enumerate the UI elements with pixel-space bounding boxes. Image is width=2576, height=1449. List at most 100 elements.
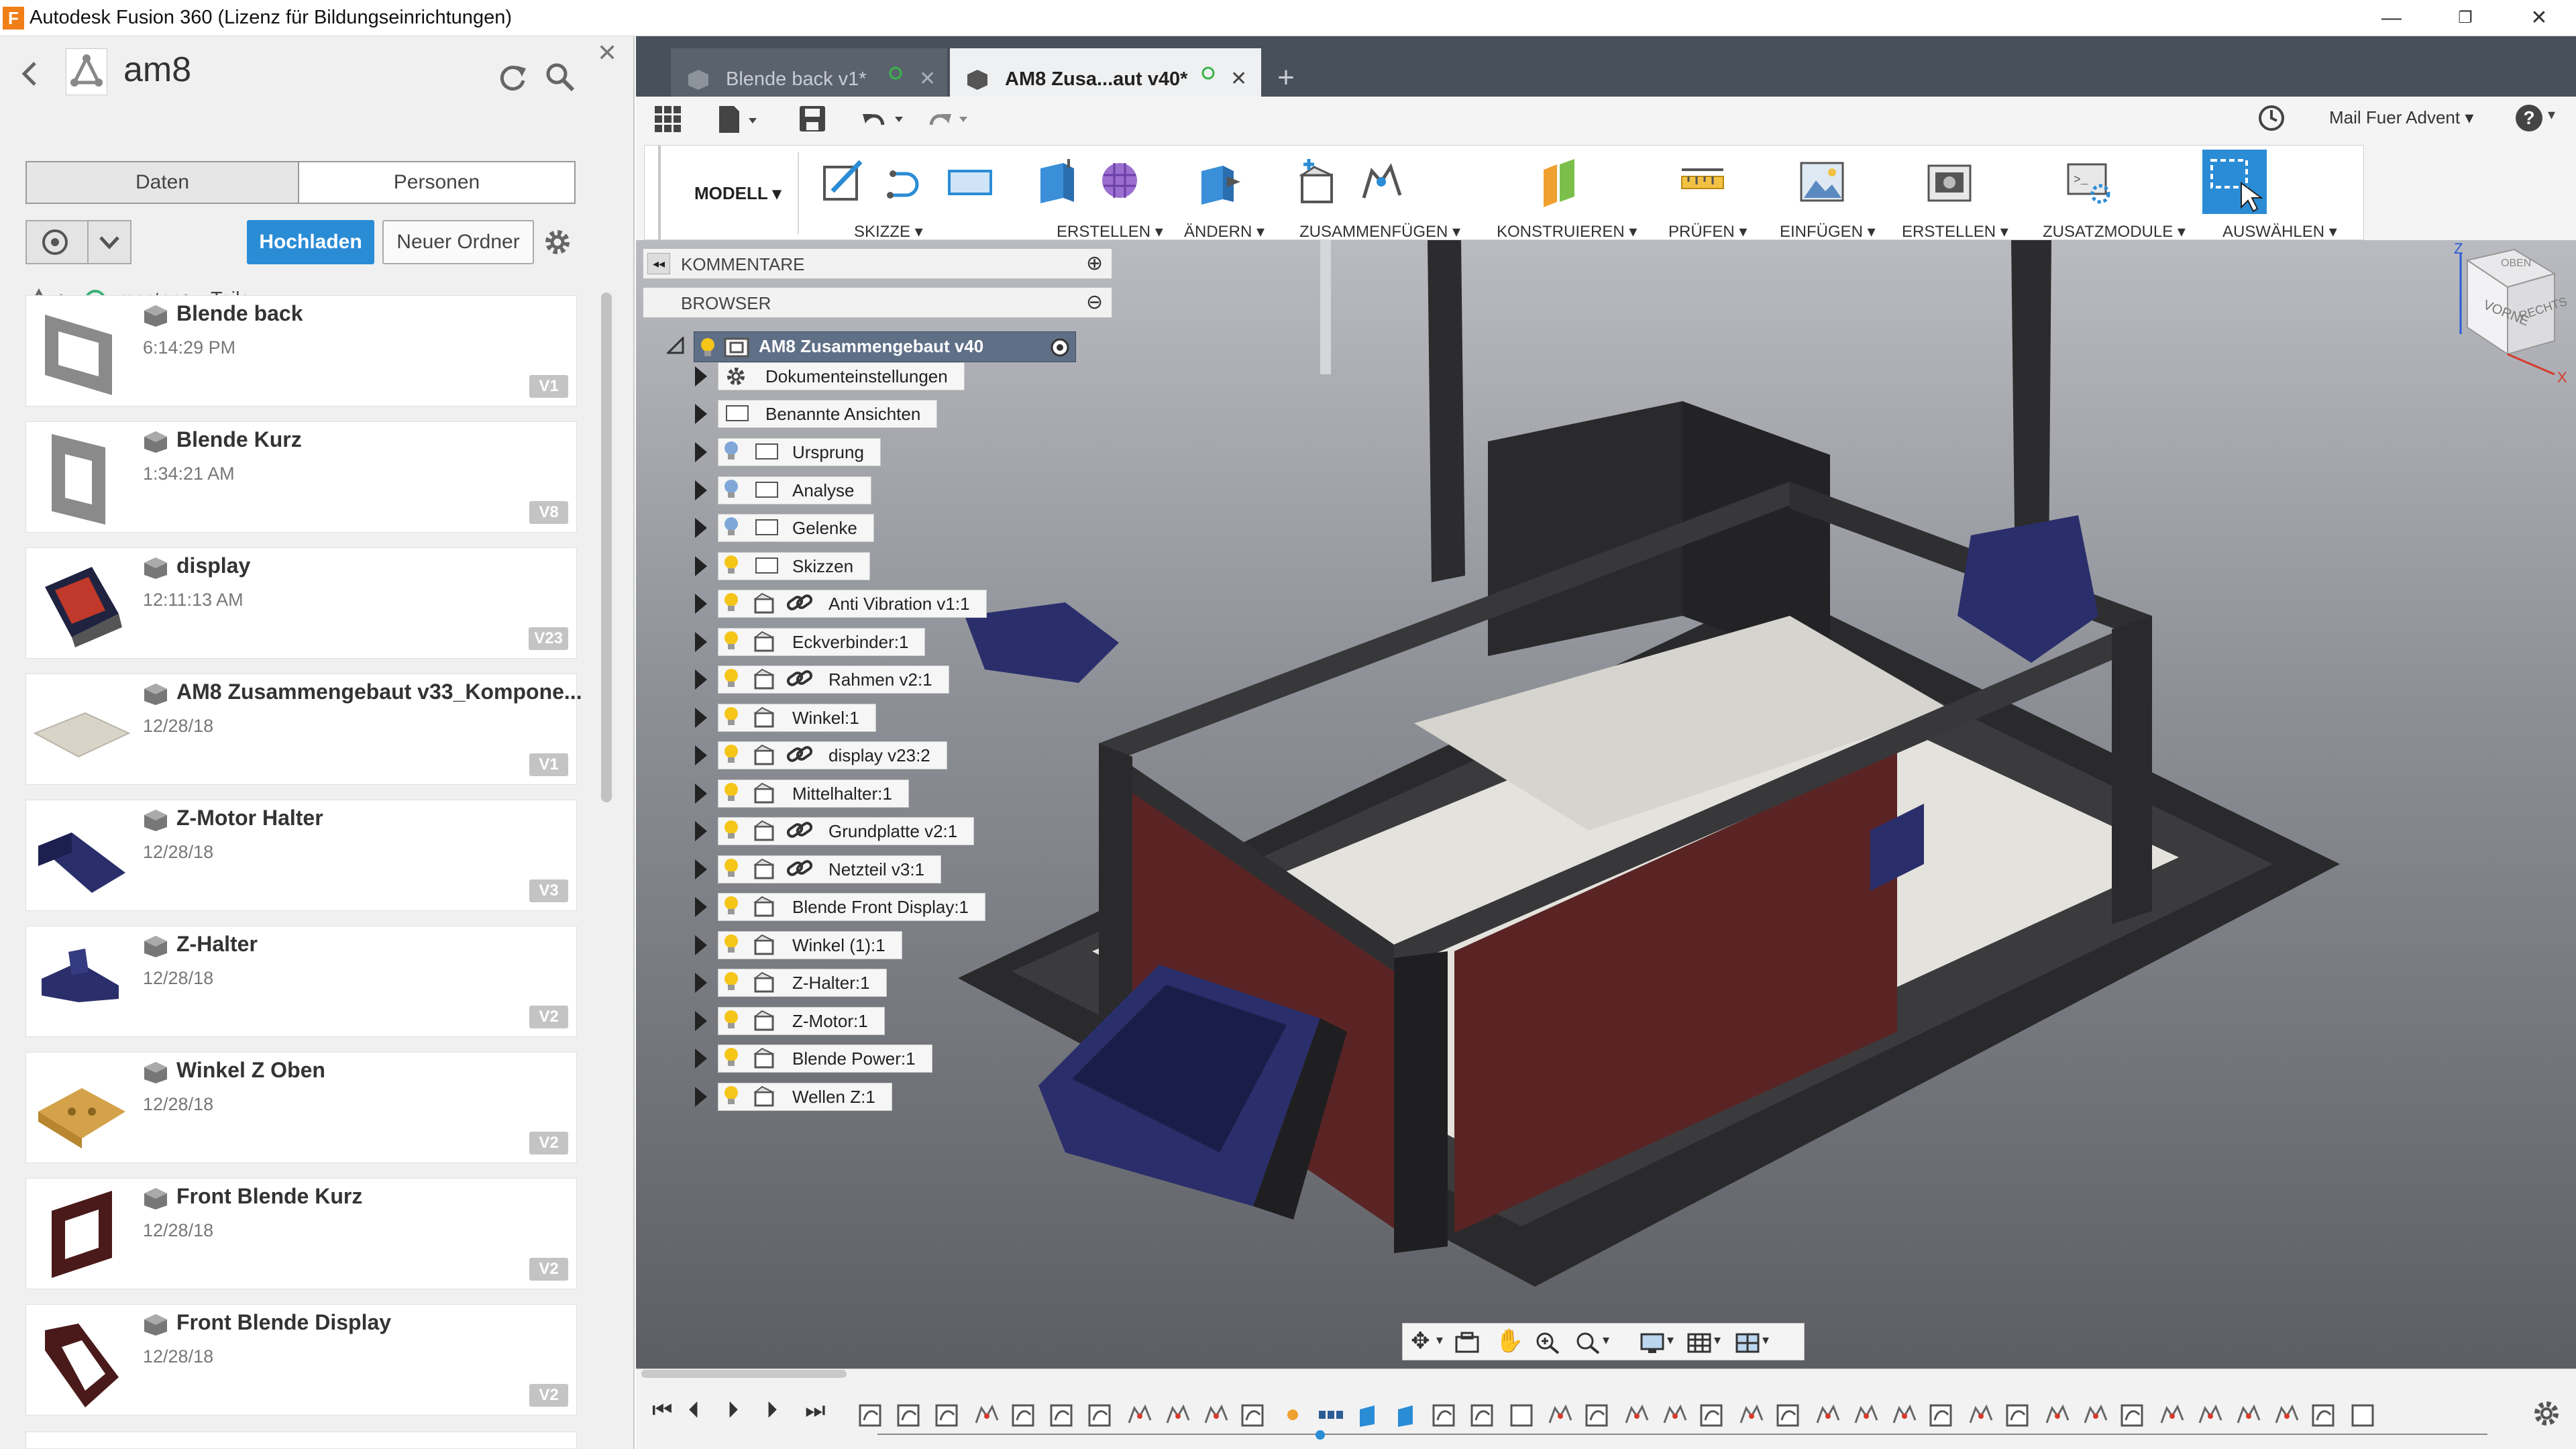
timeline-point-icon[interactable] <box>1278 1400 1307 1430</box>
light-bulb-icon[interactable] <box>723 1047 739 1067</box>
file-card[interactable]: Blende back 6:14:29 PM V1 <box>25 295 577 407</box>
viewports-dropdown-icon[interactable]: ▾ <box>1762 1332 1769 1348</box>
look-at-icon[interactable] <box>1454 1330 1481 1354</box>
expand-triangle-icon[interactable] <box>695 1049 707 1069</box>
expand-triangle-icon[interactable] <box>695 708 707 728</box>
arc-icon[interactable] <box>883 155 930 209</box>
timeline-joint-icon[interactable] <box>1546 1400 1575 1430</box>
display-settings-icon[interactable] <box>1639 1330 1666 1354</box>
grid-dropdown-icon[interactable]: ▾ <box>1714 1332 1721 1348</box>
view-mode-dropdown[interactable] <box>87 220 131 264</box>
zoom-icon[interactable] <box>1534 1330 1561 1354</box>
ribbon-group-zusammenfuegen[interactable]: ZUSAMMENFÜGEN ▾ <box>1299 222 1460 241</box>
browser-item[interactable]: Z-Motor:1 <box>695 1006 1097 1036</box>
ribbon-group-skizze[interactable]: SKIZZE ▾ <box>854 222 923 241</box>
user-account-menu[interactable]: Mail Fuer Advent ▾ <box>2329 107 2473 128</box>
browser-item[interactable]: Netzteil v3:1 <box>695 854 1097 885</box>
file-card[interactable]: Front Blende Kurz 12/28/18 V2 <box>25 1178 577 1289</box>
expand-triangle-icon[interactable] <box>695 859 707 879</box>
grid-menu-icon[interactable] <box>653 105 683 134</box>
light-bulb-icon[interactable] <box>700 337 716 358</box>
browser-item[interactable]: display v23:2 <box>695 740 1097 771</box>
expand-triangle-icon[interactable] <box>695 480 707 500</box>
timeline-joint-icon[interactable] <box>1125 1400 1155 1430</box>
new-component-icon[interactable] <box>1294 155 1341 209</box>
expand-triangle-icon[interactable] <box>695 1011 707 1031</box>
timeline-joint-icon[interactable] <box>1163 1400 1193 1430</box>
timeline-holes-icon[interactable] <box>1316 1400 1346 1430</box>
timeline-sketch-icon[interactable] <box>1010 1400 1040 1430</box>
help-button[interactable]: ? <box>2516 105 2542 131</box>
browser-item[interactable]: Blende Power:1 <box>695 1043 1097 1074</box>
light-bulb-icon[interactable] <box>723 971 739 991</box>
ribbon-group-einfuegen[interactable]: EINFÜGEN ▾ <box>1780 222 1876 241</box>
create-sketch-icon[interactable] <box>820 155 867 209</box>
ribbon-group-zusatzmodule[interactable]: ZUSATZMODULE ▾ <box>2043 222 2186 241</box>
view-mode-button[interactable] <box>25 220 89 264</box>
light-bulb-icon[interactable] <box>723 820 739 840</box>
timeline-sketch-icon[interactable] <box>1087 1400 1116 1430</box>
timeline-joint-icon[interactable] <box>1737 1400 1766 1430</box>
timeline-box-icon[interactable] <box>1507 1400 1537 1430</box>
scripts-addins-icon[interactable]: >_ <box>2065 155 2112 209</box>
timeline-sketch-icon[interactable] <box>1775 1400 1805 1430</box>
file-menu-icon[interactable] <box>716 103 763 136</box>
expand-triangle-icon[interactable] <box>695 404 707 424</box>
light-bulb-icon[interactable] <box>723 858 739 878</box>
browser-item[interactable]: Analyse <box>695 475 1097 506</box>
light-bulb-icon[interactable] <box>723 706 739 727</box>
refresh-icon[interactable] <box>496 62 527 93</box>
ribbon-group-erstellen[interactable]: ERSTELLEN ▾ <box>1057 222 1163 241</box>
activate-component-icon[interactable] <box>1050 337 1070 358</box>
display-dropdown-icon[interactable]: ▾ <box>1667 1332 1674 1348</box>
file-card[interactable]: AM8 Zusammengebaut v33_Kompone... 12/28/… <box>25 674 582 785</box>
orbit-dropdown-icon[interactable]: ▾ <box>1436 1332 1443 1348</box>
timeline-joint-icon[interactable] <box>2196 1400 2225 1430</box>
timeline-previous-icon[interactable]: ⏴ <box>688 1397 700 1424</box>
restore-button[interactable]: ❐ <box>2428 0 2502 36</box>
browser-item[interactable]: Z-Halter:1 <box>695 967 1097 998</box>
timeline-sketch-icon[interactable] <box>896 1400 925 1430</box>
timeline-joint-icon[interactable] <box>2234 1400 2263 1430</box>
expand-triangle-icon[interactable] <box>695 745 707 765</box>
form-icon[interactable] <box>1097 155 1144 209</box>
rectangle-icon[interactable] <box>947 155 994 209</box>
timeline-plane-icon[interactable] <box>1393 1400 1422 1430</box>
expand-triangle-icon[interactable] <box>695 442 707 462</box>
undo-icon[interactable] <box>861 105 908 134</box>
timeline-plane-icon[interactable] <box>1354 1400 1384 1430</box>
ribbon-group-auswaehlen[interactable]: AUSWÄHLEN ▾ <box>2222 222 2337 241</box>
timeline-sketch-icon[interactable] <box>857 1400 887 1430</box>
offset-plane-icon[interactable] <box>1537 155 1584 209</box>
browser-item[interactable]: Eckverbinder:1 <box>695 627 1097 657</box>
file-card[interactable]: Z-Halter 12/28/18 V2 <box>25 926 577 1037</box>
light-bulb-icon[interactable] <box>723 668 739 688</box>
light-bulb-icon[interactable] <box>723 1085 739 1106</box>
timeline-joint-icon[interactable] <box>2272 1400 2302 1430</box>
timeline-joint-icon[interactable] <box>1813 1400 1843 1430</box>
timeline-first-icon[interactable]: ⏮ <box>652 1397 673 1424</box>
collapse-browser-icon[interactable]: ⊖ <box>1086 290 1103 314</box>
file-card[interactable]: Z-Motor Halter 12/28/18 V3 <box>25 800 577 911</box>
browser-item[interactable]: Blende Front Display:1 <box>695 892 1097 922</box>
press-pull-icon[interactable] <box>1196 155 1243 209</box>
timeline-sketch-icon[interactable] <box>1469 1400 1499 1430</box>
expand-triangle-icon[interactable] <box>695 594 707 614</box>
joint-icon[interactable] <box>1358 155 1405 209</box>
upload-button[interactable]: Hochladen <box>247 220 374 264</box>
job-status-icon[interactable] <box>2257 103 2286 133</box>
expand-triangle-icon[interactable] <box>695 518 707 538</box>
light-bulb-icon[interactable] <box>723 744 739 764</box>
minimize-button[interactable]: — <box>2355 0 2428 36</box>
light-bulb-icon[interactable] <box>723 896 739 916</box>
ribbon-group-konstruieren[interactable]: KONSTRUIEREN ▾ <box>1497 222 1637 241</box>
expand-triangle-icon[interactable] <box>695 935 707 955</box>
workspace-switcher[interactable]: MODELL ▾ <box>694 183 782 204</box>
timeline-sketch-icon[interactable] <box>1928 1400 1957 1430</box>
timeline-sketch-icon[interactable] <box>2119 1400 2149 1430</box>
timeline-joint-icon[interactable] <box>1660 1400 1690 1430</box>
timeline-sketch-icon[interactable] <box>1584 1400 1613 1430</box>
orbit-icon[interactable]: ✥ <box>1411 1328 1430 1354</box>
file-card[interactable]: Winkel Z Oben 12/28/18 V2 <box>25 1052 577 1163</box>
ribbon-group-aendern[interactable]: ÄNDERN ▾ <box>1184 222 1265 241</box>
